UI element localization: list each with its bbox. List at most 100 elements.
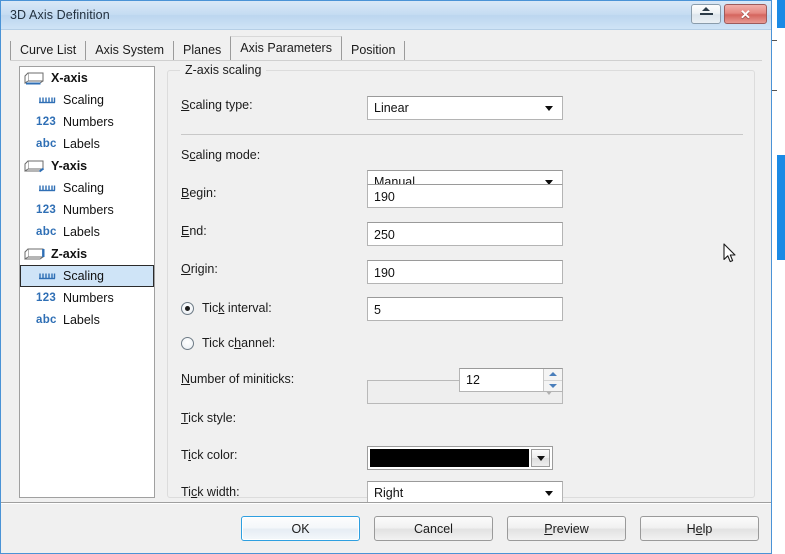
background-right-panel (770, 0, 785, 554)
tree-item-y-numbers[interactable]: 123 Numbers (20, 199, 154, 221)
end-input[interactable]: 250 (367, 222, 563, 246)
tick-width-label: Tick width: (181, 485, 240, 499)
dialog-buttons: OK Cancel Preview Help (1, 516, 771, 541)
scaling-ticks-icon (36, 180, 58, 196)
section-separator (181, 134, 743, 135)
scaling-ticks-icon (36, 268, 58, 284)
numbers-123-icon: 123 (36, 116, 57, 128)
tick-color-dropdown-button[interactable] (531, 449, 550, 467)
tick-interval-label: Tick interval: (202, 301, 272, 315)
footer-highlight (1, 503, 771, 504)
ok-button-label: OK (291, 521, 310, 536)
numbers-123-icon: 123 (36, 292, 57, 304)
tree-item-x-labels[interactable]: abc Labels (20, 133, 154, 155)
tree-item-x-numbers[interactable]: 123 Numbers (20, 111, 154, 133)
labels-abc-icon: abc (36, 314, 57, 326)
scaling-type-label: Scaling type: (181, 98, 253, 112)
tab-label: Position (350, 43, 396, 57)
tab-label: Axis Parameters (240, 41, 332, 55)
tree-item-label: X-axis (51, 71, 88, 85)
tree-item-label: Scaling (63, 269, 104, 283)
help-button-label: Help (686, 521, 713, 536)
chevron-up-icon (549, 372, 557, 377)
axis-tree[interactable]: X-axis Scaling 123 Numbers abc Labels Y-… (19, 66, 155, 498)
tab-label: Axis System (95, 43, 165, 57)
stepper-down-button[interactable] (544, 379, 562, 391)
stepper-buttons (543, 369, 562, 391)
tab-axis-system[interactable]: Axis System (86, 41, 175, 60)
tree-item-label: Labels (63, 313, 100, 327)
tree-item-label: Numbers (63, 291, 114, 305)
dialog-footer: OK Cancel Preview Help (1, 502, 771, 553)
tick-channel-label: Tick channel: (202, 336, 276, 350)
tree-item-x-axis[interactable]: X-axis (20, 67, 154, 89)
z-axis-scaling-group: Z-axis scaling Scaling type: Linear Scal… (167, 63, 755, 505)
cancel-button-label: Cancel (414, 521, 453, 536)
tab-strip: Curve List Axis System Planes Axis Param… (1, 34, 771, 60)
tree-item-x-scaling[interactable]: Scaling (20, 89, 154, 111)
window-title: 3D Axis Definition (10, 8, 110, 22)
rollup-button[interactable] (691, 4, 721, 24)
origin-label: Origin: (181, 262, 218, 276)
tab-planes[interactable]: Planes (174, 41, 231, 60)
tree-item-label: Labels (63, 225, 100, 239)
miniticks-stepper[interactable]: 12 (459, 368, 563, 392)
miniticks-label: Number of miniticks: (181, 372, 295, 386)
ok-button[interactable]: OK (241, 516, 360, 541)
background-blue-bar-top (777, 0, 785, 28)
tree-item-label: Numbers (63, 203, 114, 217)
chevron-down-icon (549, 383, 557, 388)
end-label: End: (181, 224, 207, 238)
group-legend: Z-axis scaling (180, 63, 267, 77)
tab-axis-parameters[interactable]: Axis Parameters (230, 36, 342, 60)
tree-item-z-scaling[interactable]: Scaling (20, 265, 154, 287)
tree-item-z-axis[interactable]: Z-axis (20, 243, 154, 265)
close-button[interactable]: ✕ (724, 4, 767, 24)
tab-curve-list[interactable]: Curve List (10, 41, 87, 60)
window-controls: ✕ (691, 4, 767, 24)
tab-label: Curve List (20, 43, 77, 57)
tree-item-z-labels[interactable]: abc Labels (20, 309, 154, 331)
tick-interval-input[interactable]: 5 (367, 297, 563, 321)
tick-channel-radio[interactable] (181, 336, 194, 350)
tree-item-label: Scaling (63, 181, 104, 195)
begin-label: Begin: (181, 186, 217, 200)
rollup-icon (699, 7, 713, 15)
tick-interval-radio-group[interactable]: Tick interval: (181, 301, 272, 315)
content-divider (10, 60, 762, 61)
tab-position[interactable]: Position (341, 41, 406, 60)
background-blue-bar-middle (777, 155, 785, 260)
help-button[interactable]: Help (640, 516, 759, 541)
tree-item-z-numbers[interactable]: 123 Numbers (20, 287, 154, 309)
preview-button-label: Preview (544, 521, 589, 536)
tick-channel-radio-group[interactable]: Tick channel: (181, 336, 275, 350)
labels-abc-icon: abc (36, 226, 57, 238)
tick-color-dropdown[interactable] (367, 446, 553, 470)
close-icon: ✕ (740, 6, 751, 22)
axis-definition-dialog: 3D Axis Definition ✕ Curve List Axis Sys… (0, 0, 772, 554)
tick-color-label: Tick color: (181, 448, 238, 462)
tick-interval-value: 5 (374, 303, 381, 317)
tree-item-y-labels[interactable]: abc Labels (20, 221, 154, 243)
tree-item-label: Z-axis (51, 247, 88, 261)
tree-item-label: Numbers (63, 115, 114, 129)
tree-item-label: Y-axis (51, 159, 88, 173)
begin-value: 190 (374, 190, 395, 204)
chevron-down-icon (545, 106, 553, 111)
tree-item-y-axis[interactable]: Y-axis (20, 155, 154, 177)
labels-abc-icon: abc (36, 138, 57, 150)
axis-box-z-icon (24, 246, 46, 262)
preview-button[interactable]: Preview (507, 516, 626, 541)
miniticks-value: 12 (466, 373, 480, 387)
tree-item-y-scaling[interactable]: Scaling (20, 177, 154, 199)
cancel-button[interactable]: Cancel (374, 516, 493, 541)
origin-input[interactable]: 190 (367, 260, 563, 284)
title-bar: 3D Axis Definition ✕ (1, 1, 771, 30)
scaling-type-dropdown[interactable]: Linear (367, 96, 563, 120)
chevron-down-icon (545, 491, 553, 496)
dialog-content: X-axis Scaling 123 Numbers abc Labels Y-… (1, 60, 771, 505)
tick-interval-radio[interactable] (181, 301, 194, 315)
tree-item-label: Scaling (63, 93, 104, 107)
begin-input[interactable]: 190 (367, 184, 563, 208)
stepper-up-button[interactable] (544, 369, 562, 380)
